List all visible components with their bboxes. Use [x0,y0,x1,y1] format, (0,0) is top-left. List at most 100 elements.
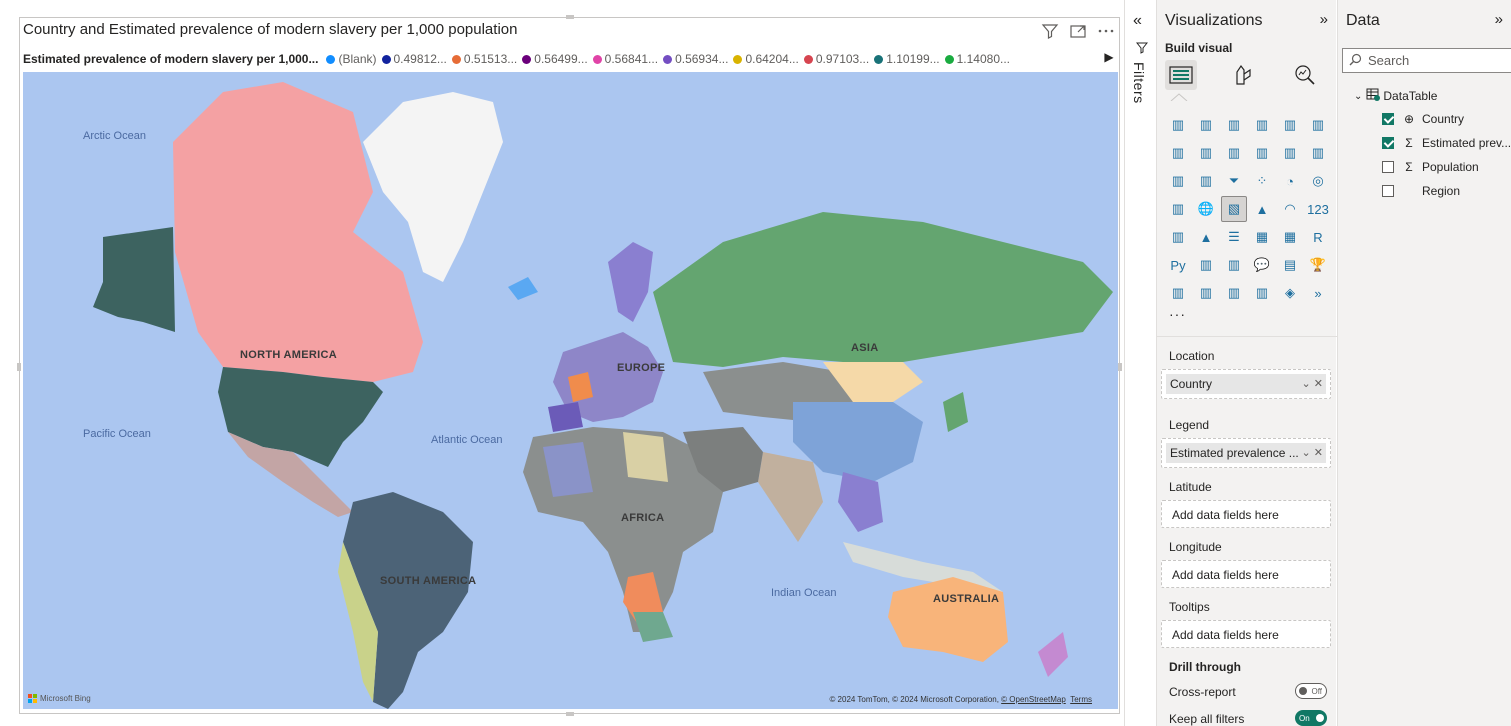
field-item[interactable]: Σ Estimated prev... [1382,136,1511,150]
arcgis-icon[interactable]: ▥ [1249,280,1275,306]
filters-label[interactable]: Filters [1131,62,1147,104]
focus-mode-icon[interactable] [1069,22,1087,40]
filter-icon[interactable] [1041,22,1059,40]
paginated-icon[interactable]: ▥ [1165,280,1191,306]
chevrons-icon[interactable]: » [1305,280,1331,306]
data-search-input[interactable]: Search [1342,48,1511,73]
legend-item[interactable]: (Blank) [326,52,377,66]
resize-handle-bottom[interactable] [566,712,574,716]
stacked-column-icon[interactable]: ▥ [1193,112,1219,138]
legend-item[interactable]: 0.64204... [733,52,799,66]
build-tabs [1165,60,1321,90]
chevron-down-icon[interactable]: ⌄ [1354,91,1362,102]
area-icon[interactable]: ▥ [1193,140,1219,166]
waterfall-icon[interactable]: ▥ [1277,140,1303,166]
collapse-visualizations-icon[interactable]: » [1320,11,1328,28]
tooltips-well[interactable]: Add data fields here [1161,620,1331,648]
python-visual-icon[interactable]: Py [1165,252,1191,278]
legend-item[interactable]: 0.97103... [803,52,870,66]
line-column-icon[interactable]: ▥ [1305,140,1331,166]
key-influencers-icon[interactable]: ▥ [1193,252,1219,278]
legend-field-chip[interactable]: Estimated prevalence ... ⌄ ✕ [1166,443,1326,463]
terms-link[interactable]: Terms [1070,695,1092,704]
goals-icon[interactable]: 🏆 [1305,252,1331,278]
latitude-well[interactable]: Add data fields here [1161,500,1331,528]
map-area[interactable]: Arctic Ocean Pacific Ocean Atlantic Ocea… [23,72,1118,709]
resize-handle-top[interactable] [566,15,574,19]
legend-dot-icon [803,54,813,64]
table-icon[interactable]: ▦ [1249,224,1275,250]
cross-report-toggle[interactable]: Off [1295,683,1327,699]
legend-item[interactable]: 1.14080... [944,52,1010,66]
stacked-area-icon[interactable]: ▥ [1221,140,1247,166]
donut-icon[interactable]: ◎ [1305,168,1331,194]
treemap-icon[interactable]: ▥ [1165,196,1191,222]
build-visual-tab-icon[interactable] [1165,60,1197,90]
line-icon[interactable]: ▥ [1165,140,1191,166]
stacked-bar-icon[interactable]: ▥ [1165,112,1191,138]
filled-map-icon[interactable]: ▧ [1221,196,1247,222]
tooltips-placeholder: Add data fields here [1172,628,1279,642]
resize-handle-right[interactable] [1118,363,1122,371]
gauge-icon[interactable]: ◠ [1277,196,1303,222]
field-checkbox[interactable] [1382,185,1394,197]
collapse-data-icon[interactable]: » [1495,11,1503,28]
azure-map-icon[interactable]: ▲ [1249,196,1275,222]
legend-item[interactable]: 1.10199... [874,52,940,66]
location-well[interactable]: Country ⌄ ✕ [1161,369,1331,399]
100-column-icon[interactable]: ▥ [1305,112,1331,138]
r-visual-icon[interactable]: R [1305,224,1331,250]
legend-item[interactable]: 0.56499... [522,52,588,66]
legend-item[interactable]: 0.56841... [592,52,658,66]
slicer-icon[interactable]: ☰ [1221,224,1247,250]
waterfall2-icon[interactable]: ▥ [1193,168,1219,194]
legend-next-arrow-icon[interactable]: ▶ [1103,50,1115,68]
chip-dropdown-remove-icons[interactable]: ⌄ ✕ [1302,377,1324,390]
format-visual-tab-icon[interactable] [1227,60,1259,90]
field-checkbox[interactable] [1382,137,1394,149]
diamond-icon[interactable]: ◈ [1277,280,1303,306]
openstreetmap-link[interactable]: © OpenStreetMap [1001,695,1066,704]
filled-map-visual[interactable]: Country and Estimated prevalence of mode… [17,15,1122,716]
pie-icon[interactable]: ◔ [1277,168,1303,194]
map-icon[interactable]: 🌐 [1193,196,1219,222]
multirow-card-icon[interactable]: ▥ [1165,224,1191,250]
field-item[interactable]: Σ Population [1382,160,1479,174]
chip-dropdown-remove-icons[interactable]: ⌄ ✕ [1302,446,1324,459]
power-apps-icon[interactable]: ▥ [1193,280,1219,306]
legend-item[interactable]: 0.51513... [451,52,517,66]
decomposition-icon[interactable]: ▥ [1221,252,1247,278]
card-icon[interactable]: 123 [1305,196,1331,222]
100-bar-icon[interactable]: ▥ [1277,112,1303,138]
narrative-icon[interactable]: ▤ [1277,252,1303,278]
clustered-bar-icon[interactable]: ▥ [1221,112,1247,138]
location-field-chip[interactable]: Country ⌄ ✕ [1166,374,1326,394]
field-item[interactable]: Region [1382,184,1460,198]
more-options-icon[interactable] [1097,22,1115,40]
more-visuals-icon[interactable]: ··· [1169,306,1186,322]
resize-handle-left[interactable] [17,363,21,371]
kpi-icon[interactable]: ▲ [1193,224,1219,250]
matrix-icon[interactable]: ▦ [1277,224,1303,250]
legend-item-label: 0.97103... [815,52,870,66]
field-checkbox[interactable] [1382,161,1394,173]
funnel-icon[interactable]: ⏷ [1221,168,1247,194]
field-checkbox[interactable] [1382,113,1394,125]
filter-funnel-icon [1135,42,1149,57]
qa-icon[interactable]: 💬 [1249,252,1275,278]
clustered-column-icon[interactable]: ▥ [1249,112,1275,138]
legend-well[interactable]: Estimated prevalence ... ⌄ ✕ [1161,438,1331,468]
expand-filters-icon[interactable]: « [1133,12,1142,30]
longitude-well[interactable]: Add data fields here [1161,560,1331,588]
table-node[interactable]: ⌄ DataTable [1354,88,1437,104]
keep-filters-toggle[interactable]: On [1295,710,1327,726]
ribbon-icon[interactable]: ▥ [1249,140,1275,166]
scatter-icon[interactable]: ⁘ [1249,168,1275,194]
line-clustered-icon[interactable]: ▥ [1165,168,1191,194]
legend-item[interactable]: 0.49812... [381,52,447,66]
legend-item[interactable]: 0.56934... [663,52,728,66]
power-automate-icon[interactable]: ▥ [1221,280,1247,306]
field-item[interactable]: ⊕ Country [1382,112,1464,126]
analytics-tab-icon[interactable] [1289,60,1321,90]
filters-pane-collapsed[interactable]: « Filters [1124,0,1156,726]
